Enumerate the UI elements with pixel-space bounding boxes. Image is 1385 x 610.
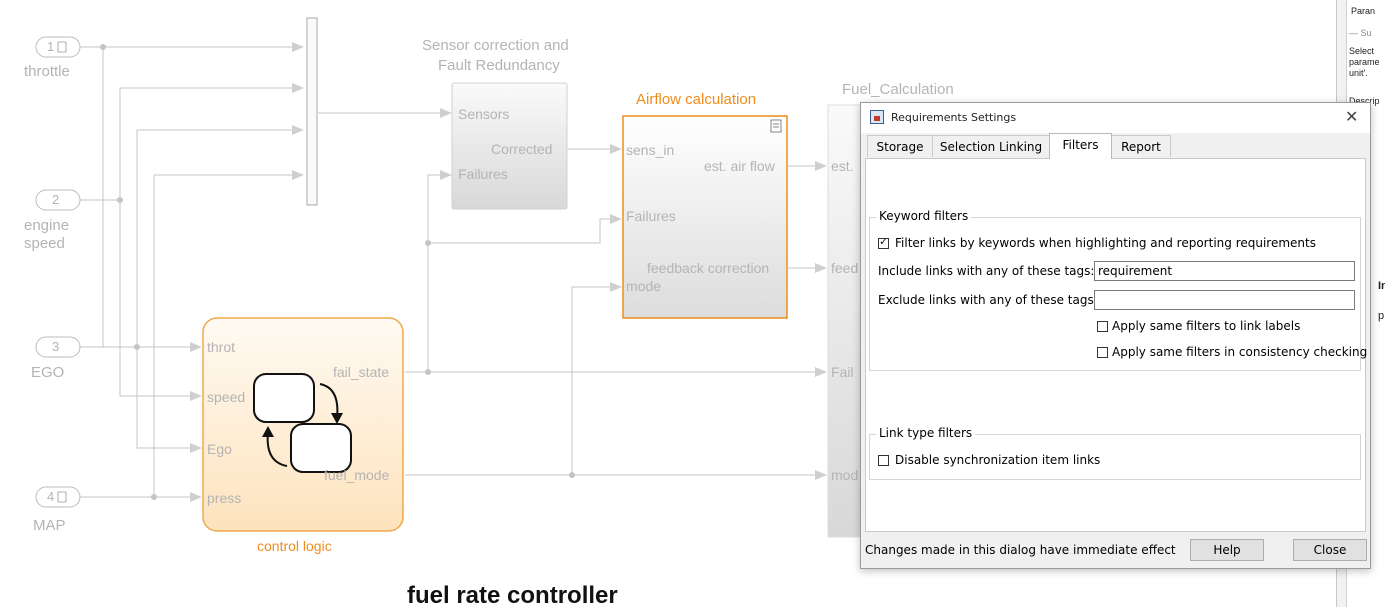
inport-2-label: engine speed (24, 217, 70, 252)
fuel-port-mod: mod (831, 467, 859, 483)
airflow-port-failures: Failures (626, 208, 676, 224)
control-block-title: control logic (257, 538, 332, 554)
filters-tab-page: Keyword filters Filter links by keywords… (865, 158, 1367, 532)
inport-3-label: EGO (31, 364, 65, 381)
state-b (290, 423, 352, 473)
sensor-port-sensors: Sensors (458, 106, 510, 122)
sensor-block-title-1: Sensor correction and (422, 37, 569, 54)
airflow-port-est-air-flow: est. air flow (704, 158, 775, 174)
requirements-settings-dialog: Requirements Settings ✕ Storage Selectio… (860, 102, 1371, 569)
inport-3-number: 3 (52, 339, 60, 354)
panel-line-2: — Su (1349, 28, 1372, 38)
tab-report[interactable]: Report (1111, 135, 1171, 157)
tab-selection-linking[interactable]: Selection Linking (932, 135, 1050, 157)
tab-storage[interactable]: Storage (867, 135, 933, 157)
fuel-port-fail: Fail (831, 364, 854, 380)
subsystem-title: fuel rate controller (407, 582, 618, 609)
requirements-app-icon (870, 110, 884, 124)
filter-keywords-label: Filter links by keywords when highlighti… (895, 236, 1316, 250)
control-port-throt: throt (207, 339, 236, 355)
fuel-port-est: est. (831, 158, 854, 174)
inport-4-number: 4 (47, 489, 55, 504)
include-tags-label: Include links with any of these tags: (878, 264, 1095, 278)
inport-1-number: 1 (47, 39, 55, 54)
link-type-filters-group: Link type filters Disable synchronizatio… (869, 426, 1361, 480)
apply-consistency-checkbox[interactable] (1097, 347, 1108, 358)
control-port-speed: speed (207, 389, 246, 405)
control-port-fail-state: fail_state (333, 364, 390, 380)
dialog-title-bar[interactable]: Requirements Settings ✕ (861, 103, 1370, 133)
keyword-filters-legend: Keyword filters (876, 209, 972, 223)
link-type-filters-legend: Link type filters (876, 426, 976, 440)
keyword-filters-group: Keyword filters Filter links by keywords… (869, 209, 1367, 371)
disable-sync-label: Disable synchronization item links (895, 453, 1101, 467)
mux-block[interactable] (306, 17, 318, 206)
tab-filters[interactable]: Filters (1049, 133, 1112, 159)
footer-note: Changes made in this dialog have immedia… (865, 543, 1176, 557)
filter-keywords-checkbox[interactable] (878, 235, 889, 249)
close-button[interactable]: Close (1293, 539, 1367, 561)
airflow-doc-icon (770, 119, 782, 133)
airflow-block-title: Airflow calculation (636, 91, 757, 108)
sensor-port-failures: Failures (458, 166, 508, 182)
fuel-block-title: Fuel_Calculation (842, 81, 954, 98)
inport-1-label: throttle (24, 63, 70, 80)
control-port-fuel-mode: fuel_mode (324, 467, 390, 483)
panel-line-4: parame (1349, 57, 1380, 67)
apply-to-labels-label: Apply same filters to link labels (1112, 319, 1301, 333)
dialog-title: Requirements Settings (891, 111, 1017, 124)
panel-line-1: Paran (1351, 6, 1376, 16)
control-port-press: press (207, 490, 242, 506)
exclude-tags-field[interactable] (1094, 290, 1355, 310)
apply-to-labels-checkbox[interactable] (1097, 321, 1108, 332)
panel-line-5: unit'. (1349, 68, 1368, 78)
fuel-port-feed: feed (831, 260, 859, 276)
help-button[interactable]: Help (1190, 539, 1264, 561)
state-a (253, 373, 315, 423)
close-icon[interactable]: ✕ (1345, 107, 1358, 126)
airflow-port-mode: mode (626, 278, 662, 294)
panel-line-8: p l (1378, 310, 1385, 322)
exclude-tags-label: Exclude links with any of these tags: (878, 293, 1098, 307)
sensor-block-title-2: Fault Redundancy (438, 57, 560, 74)
apply-consistency-label: Apply same filters in consistency checki… (1112, 345, 1368, 359)
panel-line-3: Select (1349, 46, 1375, 56)
panel-line-7: In (1378, 280, 1385, 292)
control-port-ego: Ego (207, 441, 232, 457)
disable-sync-checkbox[interactable] (878, 455, 889, 466)
include-tags-field[interactable]: requirement (1094, 261, 1355, 281)
sensor-port-corrected: Corrected (491, 141, 553, 157)
airflow-port-feedback: feedback correction (647, 260, 770, 276)
inport-2-number: 2 (52, 192, 60, 207)
airflow-port-sens-in: sens_in (626, 142, 675, 158)
inport-4-label: MAP (33, 517, 66, 534)
